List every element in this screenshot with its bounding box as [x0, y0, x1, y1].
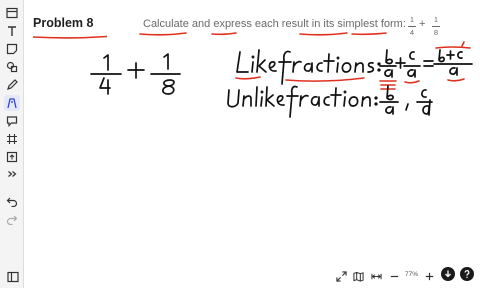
upload-icon[interactable] [4, 149, 20, 165]
zoom-in-icon[interactable] [421, 268, 437, 284]
sidebar-icon[interactable] [5, 269, 21, 285]
panel-icon[interactable] [4, 5, 20, 21]
pen-icon[interactable] [4, 77, 20, 93]
fit-screen-icon[interactable] [333, 268, 349, 284]
download-icon[interactable] [441, 267, 455, 281]
zoom-level: 77% [405, 271, 419, 278]
handwritten-expression [90, 53, 181, 95]
fit-width-icon[interactable] [368, 268, 384, 284]
whiteboard-canvas[interactable]: Problem 8 Calculate and express each res… [24, 0, 480, 288]
undo-icon[interactable] [4, 193, 20, 209]
shapes-icon[interactable] [4, 59, 20, 75]
prompt-underlines [139, 32, 387, 36]
handwritten-unlike-fractions [227, 85, 433, 118]
like-fractions-highlights [235, 41, 471, 90]
map-icon[interactable] [350, 268, 366, 284]
zoom-out-icon[interactable] [386, 268, 402, 284]
sticky-note-icon[interactable] [4, 41, 20, 57]
frame-icon[interactable] [4, 131, 20, 147]
highlighter-icon[interactable] [4, 95, 20, 111]
handwriting-layer [90, 32, 473, 118]
help-icon[interactable] [460, 267, 474, 281]
comment-icon[interactable] [4, 113, 20, 129]
redo-icon[interactable] [4, 211, 20, 227]
more-icon[interactable] [4, 166, 20, 182]
text-icon[interactable] [4, 23, 20, 39]
left-toolbar [0, 0, 24, 288]
